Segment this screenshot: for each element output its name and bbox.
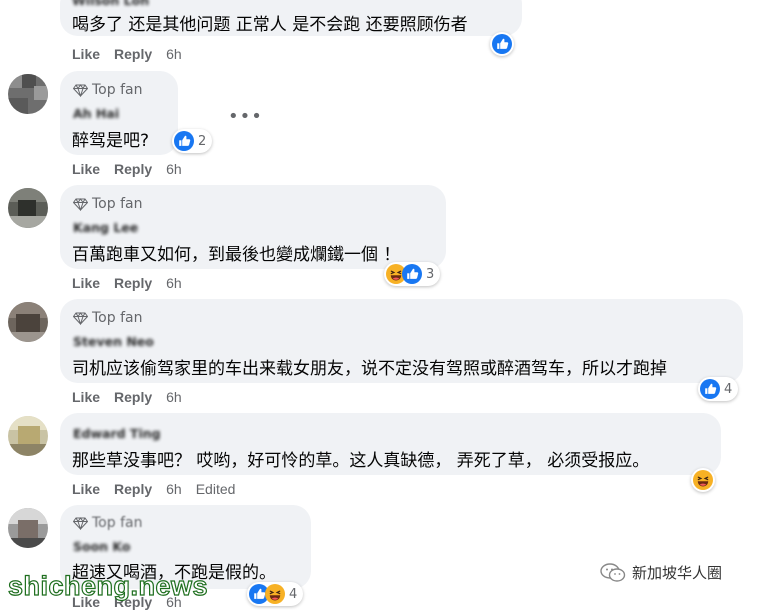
commenter-name[interactable]: Soon Ko — [73, 539, 130, 554]
haha-reaction-icon — [265, 584, 285, 604]
top-fan-badge: Top fan — [73, 82, 142, 98]
top-fan-badge: Top fan — [73, 196, 142, 212]
commenter-name[interactable]: Ah Hai — [73, 106, 119, 121]
like-button[interactable]: Like — [72, 481, 100, 497]
watermark-channel: 新加坡华人圈 — [600, 562, 722, 583]
commenter-name[interactable]: Wilson Loh — [72, 0, 149, 8]
like-button[interactable]: Like — [72, 46, 100, 62]
comment-text: 那些草没事吧？ 哎哟，好可怜的草。这人真缺德， 弄死了草， 必须受报应。 — [72, 451, 650, 471]
comment-actions: Like Reply 6h — [72, 275, 196, 291]
badge-label: Top fan — [92, 310, 143, 326]
reaction-summary[interactable]: 2 — [172, 129, 213, 153]
more-options-button[interactable]: ••• — [228, 106, 263, 127]
reply-button[interactable]: Reply — [114, 161, 152, 177]
like-button[interactable]: Like — [72, 275, 100, 291]
reaction-count: 3 — [426, 266, 435, 282]
like-button[interactable]: Like — [72, 161, 100, 177]
reaction-summary[interactable]: 4 — [247, 582, 304, 606]
avatar[interactable] — [8, 188, 48, 228]
reply-button[interactable]: Reply — [114, 389, 152, 405]
comment-time[interactable]: 6h — [166, 46, 182, 62]
commenter-name[interactable]: Edward Ting — [73, 426, 161, 441]
avatar[interactable] — [8, 508, 48, 548]
haha-reaction-icon — [693, 470, 713, 490]
like-button[interactable]: Like — [72, 389, 100, 405]
like-reaction-icon — [700, 379, 720, 399]
diamond-icon — [73, 311, 88, 325]
reaction-count: 2 — [198, 133, 207, 149]
diamond-icon — [73, 516, 88, 530]
watermark-channel-name: 新加坡华人圈 — [632, 564, 723, 582]
comment-text: 醉驾是吧? — [72, 131, 150, 151]
comment-time[interactable]: 6h — [166, 481, 182, 497]
comment-actions: Like Reply 6h Edited — [72, 481, 249, 497]
commenter-name[interactable]: Steven Neo — [73, 334, 154, 349]
reply-button[interactable]: Reply — [114, 275, 152, 291]
diamond-icon — [73, 197, 88, 211]
reply-button[interactable]: Reply — [114, 46, 152, 62]
reaction-summary[interactable]: 3 — [384, 262, 441, 286]
comment-time[interactable]: 6h — [166, 161, 182, 177]
reaction-count: 4 — [289, 586, 298, 602]
like-reaction-icon — [402, 264, 422, 284]
comment-text: 百萬跑車又如何，到最後也變成爛鐵一個 ！ — [72, 245, 401, 265]
like-reaction-icon — [492, 34, 512, 54]
top-fan-badge: Top fan — [73, 515, 142, 531]
reaction-summary[interactable] — [691, 468, 715, 492]
comment-actions: Like Reply 6h — [72, 161, 196, 177]
reply-button[interactable]: Reply — [114, 481, 152, 497]
comment-text: 喝多了 还是其他问题 正常人 是不会跑 还要照顾伤者 — [72, 15, 468, 35]
comment-actions: Like Reply 6h — [72, 389, 196, 405]
avatar[interactable] — [8, 416, 48, 456]
reaction-count: 4 — [724, 381, 733, 397]
reaction-summary[interactable] — [490, 32, 514, 56]
avatar[interactable] — [8, 302, 48, 342]
like-reaction-icon — [174, 131, 194, 151]
comment-time[interactable]: 6h — [166, 389, 182, 405]
edited-label[interactable]: Edited — [196, 481, 236, 497]
badge-label: Top fan — [92, 82, 143, 98]
wechat-icon — [600, 562, 626, 582]
avatar[interactable] — [8, 74, 48, 114]
top-fan-badge: Top fan — [73, 310, 142, 326]
badge-label: Top fan — [92, 196, 143, 212]
watermark-shicheng: shicheng.news — [7, 570, 209, 601]
comment-time[interactable]: 6h — [166, 275, 182, 291]
comment-text: 司机应该偷驾家里的车出来载女朋友，说不定没有驾照或醉酒驾车，所以才跑掉 — [72, 359, 667, 379]
diamond-icon — [73, 83, 88, 97]
comment-actions: Like Reply 6h — [72, 46, 196, 62]
badge-label: Top fan — [92, 515, 143, 531]
commenter-name[interactable]: Kang Lee — [73, 220, 138, 235]
reaction-summary[interactable]: 4 — [698, 377, 739, 401]
